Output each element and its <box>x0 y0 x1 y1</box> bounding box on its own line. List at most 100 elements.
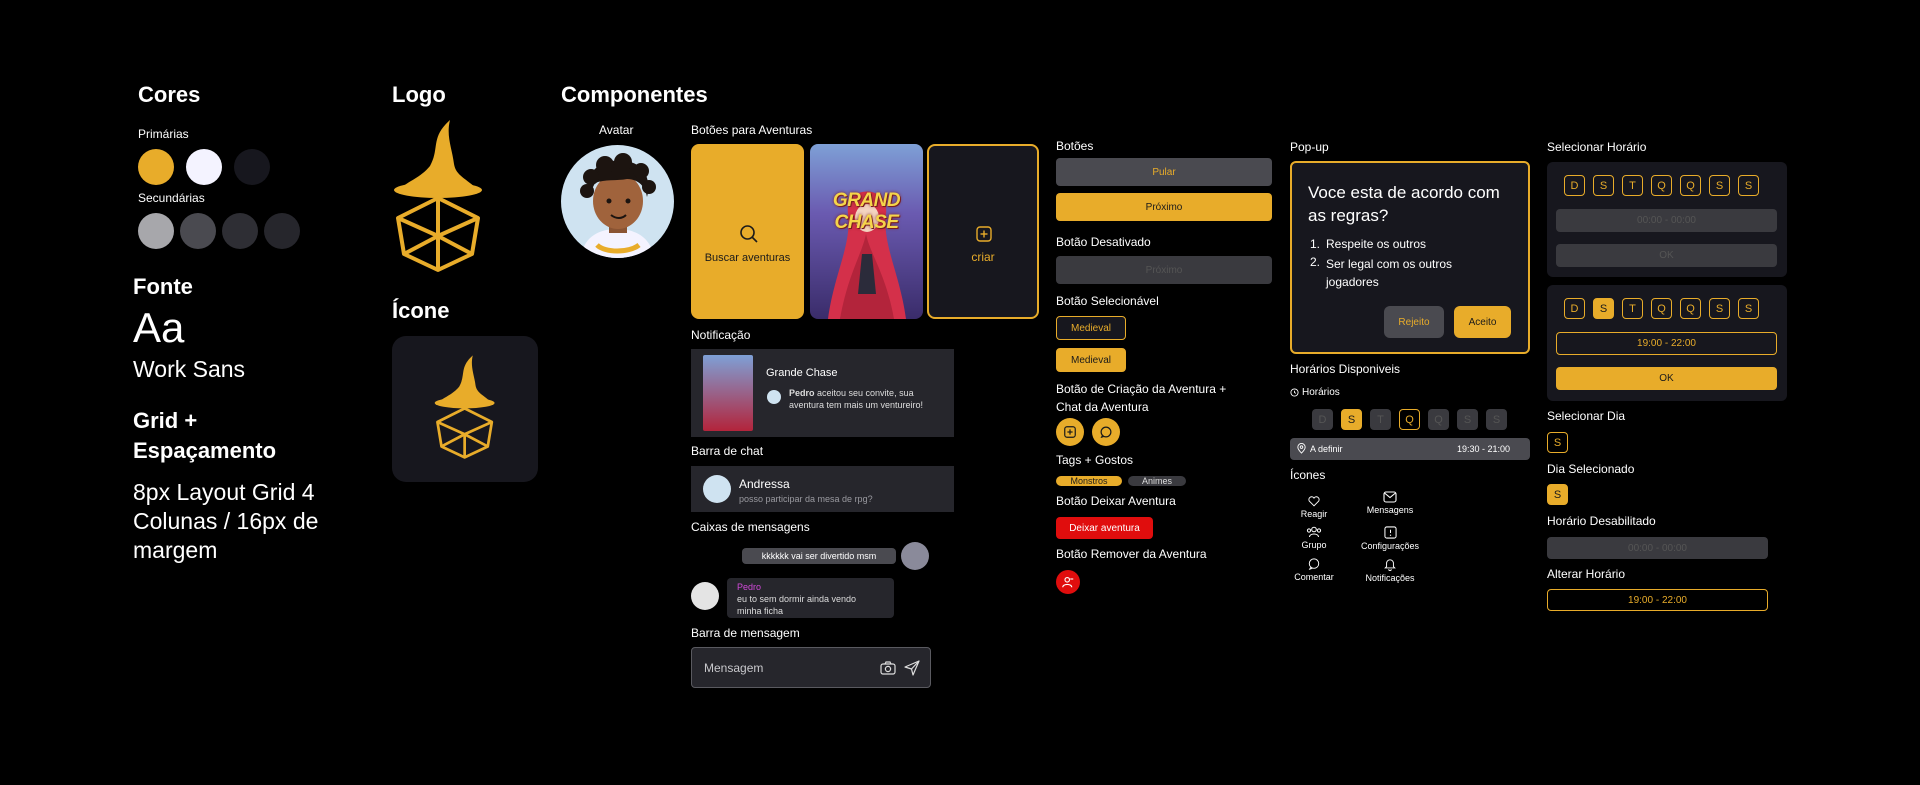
send-icon[interactable] <box>904 660 920 676</box>
chat-list-item[interactable]: Andressa posso participar da mesa de rpg… <box>691 466 954 512</box>
next-button[interactable]: Próximo <box>1056 193 1272 221</box>
change-time-label: Alterar Horário <box>1547 567 1626 581</box>
tp1-day-s3[interactable]: S <box>1738 175 1759 196</box>
group-item[interactable]: Grupo <box>1290 526 1338 550</box>
selected-day-button[interactable]: S <box>1547 484 1568 505</box>
tag-monstros[interactable]: Monstros <box>1056 476 1122 486</box>
accept-button[interactable]: Aceito <box>1454 306 1511 338</box>
camera-icon[interactable] <box>880 660 896 676</box>
tp1-ok-button: OK <box>1556 244 1777 267</box>
game-card-grand-chase[interactable]: GRAND CHASE <box>810 144 923 319</box>
avatar[interactable] <box>561 145 674 258</box>
selected-day-label: Dia Selecionado <box>1547 462 1635 476</box>
chat-preview: posso participar da mesa de rpg? <box>739 494 873 504</box>
change-time-field[interactable]: 19:00 - 22:00 <box>1547 589 1768 611</box>
popup-title: Voce esta de acordo com as regras? <box>1308 183 1500 225</box>
remove-user-button[interactable] <box>1056 570 1080 594</box>
schedule-slot: A definir 19:30 - 21:00 <box>1290 438 1530 460</box>
swatch-secondary-2 <box>180 213 216 249</box>
tp2-day-s3[interactable]: S <box>1738 298 1759 319</box>
avail-day-q: Q <box>1399 409 1420 430</box>
tp2-day-s[interactable]: S <box>1593 298 1614 319</box>
tp1-day-s2[interactable]: S <box>1709 175 1730 196</box>
tp1-day-t[interactable]: T <box>1622 175 1643 196</box>
clock-icon <box>1290 388 1299 397</box>
tp2-day-t[interactable]: T <box>1622 298 1643 319</box>
tags-label: Tags + Gostos <box>1056 453 1134 467</box>
create-adventure-button[interactable]: criar <box>927 144 1039 319</box>
icone-title: Ícone <box>392 298 450 323</box>
disabled-button-label: Botão Desativado <box>1056 235 1151 249</box>
swatch-secondary-1 <box>138 213 174 249</box>
skip-button[interactable]: Pular <box>1056 158 1272 186</box>
received-sender: Pedro <box>737 582 762 592</box>
tp2-day-q[interactable]: Q <box>1651 298 1672 319</box>
swatch-secondary-3 <box>222 213 258 249</box>
tp2-day-d[interactable]: D <box>1564 298 1585 319</box>
received-message: Pedro eu to sem dormir ainda vendo minha… <box>727 578 894 618</box>
rules-popup: Voce esta de acordo com as regras? 1. Re… <box>1290 161 1530 354</box>
avail-day-q2: Q <box>1428 409 1449 430</box>
tp1-time-range: 00:00 - 00:00 <box>1556 209 1777 232</box>
comment-item[interactable]: Comentar <box>1286 558 1342 582</box>
chat-name: Andressa <box>739 477 790 491</box>
disabled-time-field: 00:00 - 00:00 <box>1547 537 1768 559</box>
tp2-time-range[interactable]: 19:00 - 22:00 <box>1556 332 1777 355</box>
tp2-ok-button[interactable]: OK <box>1556 367 1777 390</box>
fonte-title: Fonte <box>133 274 193 299</box>
tp2-day-s2[interactable]: S <box>1709 298 1730 319</box>
tp2-day-q2[interactable]: Q <box>1680 298 1701 319</box>
rule-number-2: 2. <box>1310 255 1321 269</box>
adventure-chat-button[interactable] <box>1092 418 1120 446</box>
search-adventures-button[interactable]: Buscar aventuras <box>691 144 804 319</box>
messages-icon-label: Mensagens <box>1366 505 1414 515</box>
message-input[interactable]: Mensagem <box>704 661 763 675</box>
logo-title: Logo <box>392 82 446 107</box>
tp1-day-d[interactable]: D <box>1564 175 1585 196</box>
settings-item[interactable]: Configurações <box>1352 526 1428 551</box>
tag-animes[interactable]: Animes <box>1128 476 1186 486</box>
msgbar-label: Barra de mensagem <box>691 626 800 640</box>
sender-avatar <box>901 542 929 570</box>
bell-icon <box>1384 558 1396 571</box>
grid-text: 8px Layout Grid 4 Colunas / 16px de marg… <box>133 479 319 563</box>
select-day-label: Selecionar Dia <box>1547 409 1626 423</box>
react-item[interactable]: Reagir <box>1290 496 1338 519</box>
primarias-label: Primárias <box>138 127 189 141</box>
notification-label: Notificação <box>691 328 751 342</box>
selectable-button-on[interactable]: Medieval <box>1056 348 1126 372</box>
leave-adventure-button[interactable]: Deixar aventura <box>1056 517 1153 539</box>
reject-button[interactable]: Rejeito <box>1384 306 1444 338</box>
search-adventures-label: Buscar aventuras <box>704 252 791 264</box>
avail-day-s2: S <box>1457 409 1478 430</box>
messages-item[interactable]: Mensagens <box>1360 491 1420 515</box>
remove-label: Botão Remover da Aventura <box>1056 547 1207 561</box>
message-input-bar[interactable]: Mensagem <box>691 647 931 688</box>
tp1-day-q2[interactable]: Q <box>1680 175 1701 196</box>
tp1-day-s[interactable]: S <box>1593 175 1614 196</box>
chat-bubble-icon <box>1100 426 1112 438</box>
plus-square-icon <box>1064 426 1076 438</box>
received-text: eu to sem dormir ainda vendo minha ficha <box>737 594 857 616</box>
selectable-button-off[interactable]: Medieval <box>1056 316 1126 340</box>
comment-label: Comentar <box>1294 572 1334 582</box>
avail-day-s3: S <box>1486 409 1507 430</box>
cores-title: Cores <box>138 82 201 107</box>
avail-day-s: S <box>1341 409 1362 430</box>
location-pin-icon <box>1296 443 1307 454</box>
messages-label: Caixas de mensagens <box>691 520 810 534</box>
receiver-avatar <box>691 582 719 610</box>
grid-title: Grid + Espaçamento <box>133 408 277 463</box>
group-label: Grupo <box>1301 540 1327 550</box>
font-name: Work Sans <box>133 356 246 382</box>
select-day-button[interactable]: S <box>1547 432 1568 453</box>
tp1-day-q[interactable]: Q <box>1651 175 1672 196</box>
notification-card[interactable]: Grande Chase Pedro aceitou seu convite, … <box>691 349 954 437</box>
avatar-label: Avatar <box>599 123 634 137</box>
avail-day-t: T <box>1370 409 1391 430</box>
create-adventure-round-button[interactable] <box>1056 418 1084 446</box>
adventure-label: Botões para Aventuras <box>691 123 813 137</box>
selectable-label: Botão Selecionável <box>1056 294 1159 308</box>
notifications-item[interactable]: Notificações <box>1352 558 1428 583</box>
rule-number-1: 1. <box>1310 237 1321 251</box>
